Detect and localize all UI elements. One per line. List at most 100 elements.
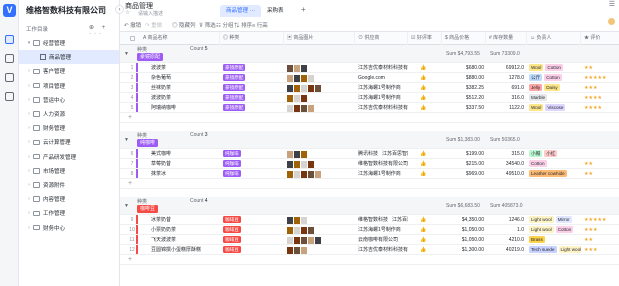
sidebar-item[interactable]: › 市场管理 xyxy=(19,164,119,178)
owner-tags[interactable]: Jelly Daisy xyxy=(529,83,581,93)
product-name[interactable]: 阿瑞纳咖啡 xyxy=(151,103,219,113)
product-kind[interactable]: 纯咖啡 xyxy=(223,169,281,179)
supplier[interactable]: 腾讯科技江苏百思智能 xyxy=(358,149,408,159)
sidebar-item[interactable]: › 内容管理 xyxy=(19,192,119,206)
sidebar-item[interactable]: › 客户管理 xyxy=(19,64,119,78)
product-name[interactable]: 波波奶茶 xyxy=(151,93,219,103)
sidebar-item[interactable]: › 工作管理 xyxy=(19,206,119,220)
chevron-icon[interactable]: › xyxy=(26,182,32,188)
review-stars[interactable]: ★★★ xyxy=(584,83,619,93)
collapse-group-icon[interactable]: ▼ xyxy=(124,51,129,57)
product-kind[interactable]: 豪镜原配 xyxy=(223,103,281,113)
product-name[interactable]: 冰茶奶昔 xyxy=(151,215,219,225)
review-stars[interactable]: ★★★★ xyxy=(584,93,619,103)
price[interactable]: $512.20 xyxy=(442,93,484,103)
owner-tags[interactable]: Leather cowhide xyxy=(529,169,581,179)
hide-columns-button[interactable]: ◎ 隐藏列 xyxy=(172,21,196,29)
owner-tags[interactable]: Marble xyxy=(529,93,581,103)
column-rating[interactable]: ☑ 好评率 xyxy=(408,32,442,45)
price[interactable]: $1,050.00 xyxy=(442,235,484,245)
stock[interactable]: 1122.0 xyxy=(486,103,524,113)
table-row[interactable]: 4 波波奶茶 豪镜原配 江苏海螺1号制作商 👍 $512.20 316.0 Marble ★★★… xyxy=(120,93,619,103)
price[interactable]: $1,300.00 xyxy=(442,245,484,255)
supplier[interactable]: 维格智数科技有限公司 xyxy=(358,159,408,169)
product-name[interactable]: 草莓奶昔 xyxy=(151,159,219,169)
select-all-checkbox[interactable] xyxy=(130,36,135,41)
table-row[interactable]: 6 美式咖啡纯咖啡 腾讯科技江苏百思智能 👍 $199.00315.0 小帽小红 xyxy=(120,149,619,159)
chevron-icon[interactable]: › xyxy=(26,225,32,231)
column-owner[interactable]: ☺ 负责人 xyxy=(527,32,581,45)
table-row[interactable]: 10 小票奶奶茶 咖啡豆 江苏海螺1号制作商 👍 $1,050.00 1.0 Light wo… xyxy=(120,225,619,235)
product-kind[interactable]: 纯咖啡 xyxy=(223,159,281,169)
stock[interactable]: 69912.0 xyxy=(486,63,524,73)
sidebar-item[interactable]: › 云计算管理 xyxy=(19,135,119,149)
column-kind[interactable]: ◎ 种类 xyxy=(220,32,284,45)
product-kind[interactable]: 豪镜原配 xyxy=(223,93,281,103)
column-price[interactable]: $ 商品价格 xyxy=(442,32,486,45)
column-name[interactable]: A 商品名称 xyxy=(139,32,220,45)
sidebar-item[interactable]: › 财务中心 xyxy=(19,220,119,234)
stock[interactable]: 34540.0 xyxy=(486,159,524,169)
price[interactable]: $382.25 xyxy=(442,83,484,93)
owner-tags[interactable]: 公斤 Cotton xyxy=(529,73,581,83)
product-kind[interactable]: 纯咖啡 xyxy=(223,149,281,159)
sidebar-item[interactable]: › 人力资源 xyxy=(19,107,119,121)
supplier[interactable]: 云南咖啡有限公司 xyxy=(358,235,408,245)
owner-tags[interactable]: Light wool Mirror xyxy=(529,215,581,225)
app-logo[interactable]: V xyxy=(3,4,16,17)
price[interactable]: $337.50 xyxy=(442,103,484,113)
chevron-icon[interactable]: › xyxy=(26,210,32,216)
tab-goods[interactable]: 商品管理 ··· xyxy=(220,5,262,17)
product-name[interactable]: 杂色葡萄 xyxy=(151,73,219,83)
sidebar-item[interactable]: › 财务管理 xyxy=(19,121,119,135)
add-tab-button[interactable]: + xyxy=(301,5,306,14)
chevron-icon[interactable]: › xyxy=(26,154,32,160)
table-row[interactable]: 12 豆圆锦撰小蛋糕厚酥糕咖啡豆 江苏吉优泰材料科技有限公司 👍 $1,300.0040… xyxy=(120,245,619,255)
chevron-icon[interactable]: › xyxy=(26,139,32,145)
price[interactable]: $969.00 xyxy=(442,169,484,179)
collapse-group-icon[interactable]: ▼ xyxy=(124,137,129,143)
review-stars[interactable]: ★★★★★ xyxy=(584,73,619,83)
supplier[interactable]: 江苏吉优泰材料科技有限公司 xyxy=(358,103,408,113)
review-stars[interactable]: ★★ xyxy=(584,63,619,73)
product-name[interactable]: 波波茶 xyxy=(151,63,219,73)
row-height-button[interactable]: ≡ 行高 xyxy=(252,21,268,29)
review-stars[interactable]: ★★ xyxy=(584,159,619,169)
table-row[interactable]: 9 冰茶奶昔咖啡豆 维格智数科技江苏百思智 👍 $4,350.001246.0 Light… xyxy=(120,215,619,225)
product-kind[interactable]: 豪镜原配 xyxy=(223,83,281,93)
chevron-icon[interactable]: › xyxy=(26,125,32,131)
collapse-sidebar-button[interactable]: ‹ xyxy=(115,5,124,14)
owner-tags[interactable]: 小帽 小红 xyxy=(529,149,581,159)
chevron-icon[interactable]: › xyxy=(26,111,32,117)
product-name[interactable]: 抹茶冰 xyxy=(151,169,219,179)
product-kind[interactable]: 咖啡豆 xyxy=(223,225,281,235)
stock[interactable]: 316.0 xyxy=(486,93,524,103)
add-row-button[interactable]: + xyxy=(120,113,619,123)
table-row[interactable]: 1 波波茶豪镜原配 江苏吉优泰材料科技有限公司 👍 $680.0069912.0 Wool… xyxy=(120,63,619,73)
column-supplier[interactable]: ⊙ 供应商 xyxy=(355,32,408,45)
supplier[interactable]: 江苏海螺1号制作商 xyxy=(358,225,408,235)
price[interactable]: $1,050.00 xyxy=(442,225,484,235)
group-header[interactable]: ▼ 种类 豪镜原配 Count 5 Sum $4,793.55 Sum 73309.0 xyxy=(120,45,619,63)
product-kind[interactable]: 豪镜原配 xyxy=(223,73,281,83)
chevron-icon[interactable]: › xyxy=(26,83,32,89)
price[interactable]: $880.00 xyxy=(442,73,484,83)
review-stars[interactable]: ★★★★ xyxy=(584,103,619,113)
price[interactable]: $215.00 xyxy=(442,159,484,169)
product-name[interactable]: 小票奶奶茶 xyxy=(151,225,219,235)
stock[interactable]: 1246.0 xyxy=(486,215,524,225)
chevron-icon[interactable]: › xyxy=(26,97,32,103)
supplier[interactable]: Google.com xyxy=(358,73,408,83)
supplier[interactable]: 江苏海螺1号制作商 xyxy=(358,83,408,93)
supplier[interactable]: 江苏吉优泰材料科技有限公司 xyxy=(358,63,408,73)
price[interactable]: $199.00 xyxy=(442,149,484,159)
owner-tags[interactable]: Cotton xyxy=(529,159,581,169)
stock[interactable]: 49510.0 xyxy=(486,169,524,179)
sidebar-item[interactable]: › 资源附件 xyxy=(19,178,119,192)
owner-tags[interactable]: Light wool Cotton xyxy=(529,225,581,235)
add-row-button[interactable]: + xyxy=(120,179,619,189)
chevron-icon[interactable]: › xyxy=(26,196,32,202)
owner-tags[interactable]: Tech suede Light wool xyxy=(529,245,581,255)
price[interactable]: $680.00 xyxy=(442,63,484,73)
owner-tags[interactable]: Wool Cotton xyxy=(529,63,581,73)
